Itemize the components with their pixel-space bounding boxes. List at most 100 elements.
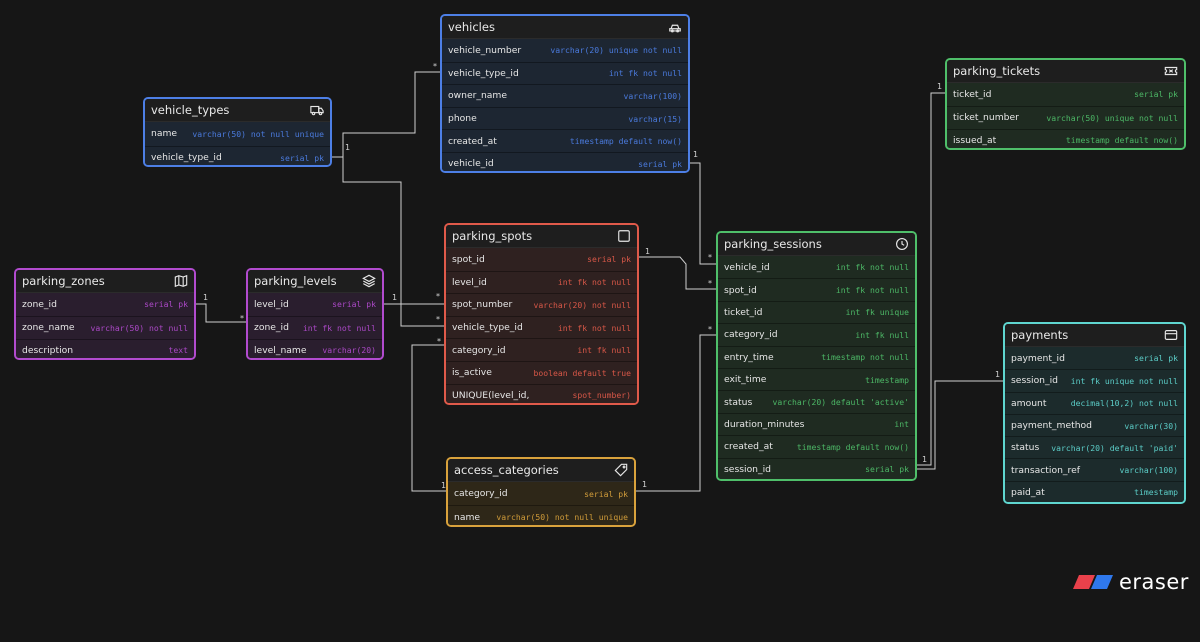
field-row[interactable]: vehicle_number varchar(20) unique not nul… [442, 39, 688, 62]
field-row[interactable]: vehicle_type_id int fk not null [442, 61, 688, 85]
table-header[interactable]: payments [1005, 324, 1184, 347]
field-row[interactable]: zone_id int fk not null [248, 315, 382, 339]
diagram-canvas[interactable]: 1 * * 1 * 1 * 1 * 1 * 1 * 1 * 1 1 1 vehicles vehicle_numbe… [0, 0, 1200, 642]
field-row[interactable]: issued_at timestamp default now() [947, 128, 1184, 148]
field-type: timestamp [865, 374, 909, 385]
field-type: timestamp not null [821, 352, 909, 363]
field-row[interactable]: category_id serial pk [448, 482, 634, 505]
field-type: varchar(20) unique not null [550, 45, 682, 56]
field-row[interactable]: level_id int fk not null [446, 270, 637, 294]
relation-line [636, 334, 716, 492]
field-row[interactable]: session_id int fk unique not null [1005, 369, 1184, 392]
field-row[interactable]: ticket_number varchar(50) unique not null [947, 105, 1184, 129]
cardinality-label: 1 [995, 370, 1000, 379]
field-row[interactable]: owner_name varchar(100) [442, 84, 688, 107]
field-row[interactable]: spot_id serial pk [446, 248, 637, 271]
field-row[interactable]: level_name varchar(20) [248, 338, 382, 358]
field-row[interactable]: category_id int fk null [446, 338, 637, 361]
field-row[interactable]: duration_minutes int [718, 412, 915, 436]
field-type: varchar(20) default 'paid' [1051, 442, 1178, 453]
table-header[interactable]: parking_sessions [718, 233, 915, 256]
field-row[interactable]: status varchar(20) default 'active' [718, 390, 915, 413]
field-row[interactable]: vehicle_id serial pk [442, 151, 688, 171]
field-row[interactable]: vehicle_type_id int fk not null [446, 315, 637, 339]
field-row[interactable]: created_at timestamp default now() [718, 435, 915, 458]
field-row[interactable]: spot_id int fk not null [718, 278, 915, 301]
ticket-icon [1164, 64, 1178, 78]
table-header[interactable]: parking_levels [248, 270, 382, 293]
field-name: status [724, 396, 753, 408]
relation-line [332, 71, 440, 158]
field-type: serial pk [584, 488, 628, 499]
table-parking-spots[interactable]: parking_spots spot_id serial pk level_id int… [444, 223, 639, 405]
table-header[interactable]: access_categories [448, 459, 634, 482]
field-type: varchar(15) [628, 113, 682, 124]
cardinality-label: * [240, 314, 244, 323]
layers-icon [362, 274, 376, 288]
table-header[interactable]: vehicles [442, 16, 688, 39]
field-name: name [454, 511, 481, 523]
field-row[interactable]: name varchar(50) not null unique [145, 122, 330, 146]
field-row[interactable]: transaction_ref varchar(100) [1005, 458, 1184, 481]
field-row[interactable]: category_id int fk null [718, 323, 915, 346]
table-header[interactable]: parking_tickets [947, 60, 1184, 83]
field-row[interactable]: phone varchar(15) [442, 106, 688, 130]
field-type: varchar(100) [1119, 465, 1178, 476]
field-name: vehicle_type_id [151, 152, 222, 164]
field-type: serial pk [144, 299, 188, 310]
field-row[interactable]: is_active boolean default true [446, 360, 637, 384]
field-row[interactable]: paid_at timestamp [1005, 480, 1184, 502]
table-title: parking_sessions [724, 237, 822, 251]
field-row[interactable]: level_id serial pk [248, 293, 382, 316]
field-row[interactable]: zone_name varchar(50) not null [16, 315, 194, 339]
field-name: vehicle_number [448, 44, 522, 56]
field-type: varchar(20) default 'active' [772, 397, 909, 408]
field-type: timestamp [1134, 487, 1178, 498]
field-type: int fk not null [835, 285, 909, 296]
field-row[interactable]: exit_time timestamp [718, 367, 915, 391]
field-row[interactable]: ticket_id serial pk [947, 83, 1184, 106]
field-row[interactable]: description text [16, 338, 194, 358]
field-row[interactable]: UNIQUE(level_id, spot_number) [446, 383, 637, 403]
field-row[interactable]: spot_number varchar(20) not null [446, 293, 637, 316]
field-name: paid_at [1011, 486, 1045, 498]
field-type: int fk unique not null [1070, 375, 1178, 386]
field-name: issued_at [953, 134, 997, 146]
field-row[interactable]: payment_method varchar(30) [1005, 413, 1184, 437]
table-vehicles[interactable]: vehicles vehicle_number varchar(20) unique… [440, 14, 690, 173]
table-parking-zones[interactable]: parking_zones zone_id serial pk zone_name va… [14, 268, 196, 360]
square-icon [617, 229, 631, 243]
field-row[interactable]: vehicle_id int fk not null [718, 256, 915, 279]
table-vehicle-types[interactable]: vehicle_types name varchar(50) not null un… [143, 97, 332, 167]
truck-icon [310, 103, 324, 117]
table-header[interactable]: vehicle_types [145, 99, 330, 122]
field-row[interactable]: zone_id serial pk [16, 293, 194, 316]
field-row[interactable]: ticket_id int fk unique [718, 300, 915, 324]
field-type: int [894, 419, 909, 430]
field-name: vehicle_id [448, 158, 494, 170]
field-type: int fk not null [835, 262, 909, 273]
field-name: level_name [254, 344, 307, 356]
field-row[interactable]: amount decimal(10,2) not null [1005, 391, 1184, 414]
table-header[interactable]: parking_zones [16, 270, 194, 293]
cardinality-label: 1 [642, 480, 647, 489]
table-parking-levels[interactable]: parking_levels level_id serial pk zone_id in… [246, 268, 384, 360]
field-row[interactable]: session_id serial pk [718, 457, 915, 479]
field-name: ticket_number [953, 112, 1019, 124]
table-access-categories[interactable]: access_categories category_id serial pk nam… [446, 457, 636, 527]
field-row[interactable]: vehicle_type_id serial pk [145, 145, 330, 165]
table-fields: category_id serial pk name varchar(50) not … [448, 482, 634, 525]
cardinality-label: 1 [693, 150, 698, 159]
field-row[interactable]: created_at timestamp default now() [442, 129, 688, 152]
field-row[interactable]: payment_id serial pk [1005, 347, 1184, 370]
field-row[interactable]: entry_time timestamp not null [718, 345, 915, 368]
table-parking-tickets[interactable]: parking_tickets ticket_id serial pk ticket_… [945, 58, 1186, 150]
field-row[interactable]: name varchar(50) not null unique [448, 505, 634, 525]
cardinality-label: 1 [392, 293, 397, 302]
field-name: description [22, 344, 74, 356]
table-payments[interactable]: payments payment_id serial pk session_id int… [1003, 322, 1186, 504]
field-type: serial pk [587, 254, 631, 265]
field-row[interactable]: status varchar(20) default 'paid' [1005, 436, 1184, 459]
table-header[interactable]: parking_spots [446, 225, 637, 248]
table-parking-sessions[interactable]: parking_sessions vehicle_id int fk not nul… [716, 231, 917, 481]
